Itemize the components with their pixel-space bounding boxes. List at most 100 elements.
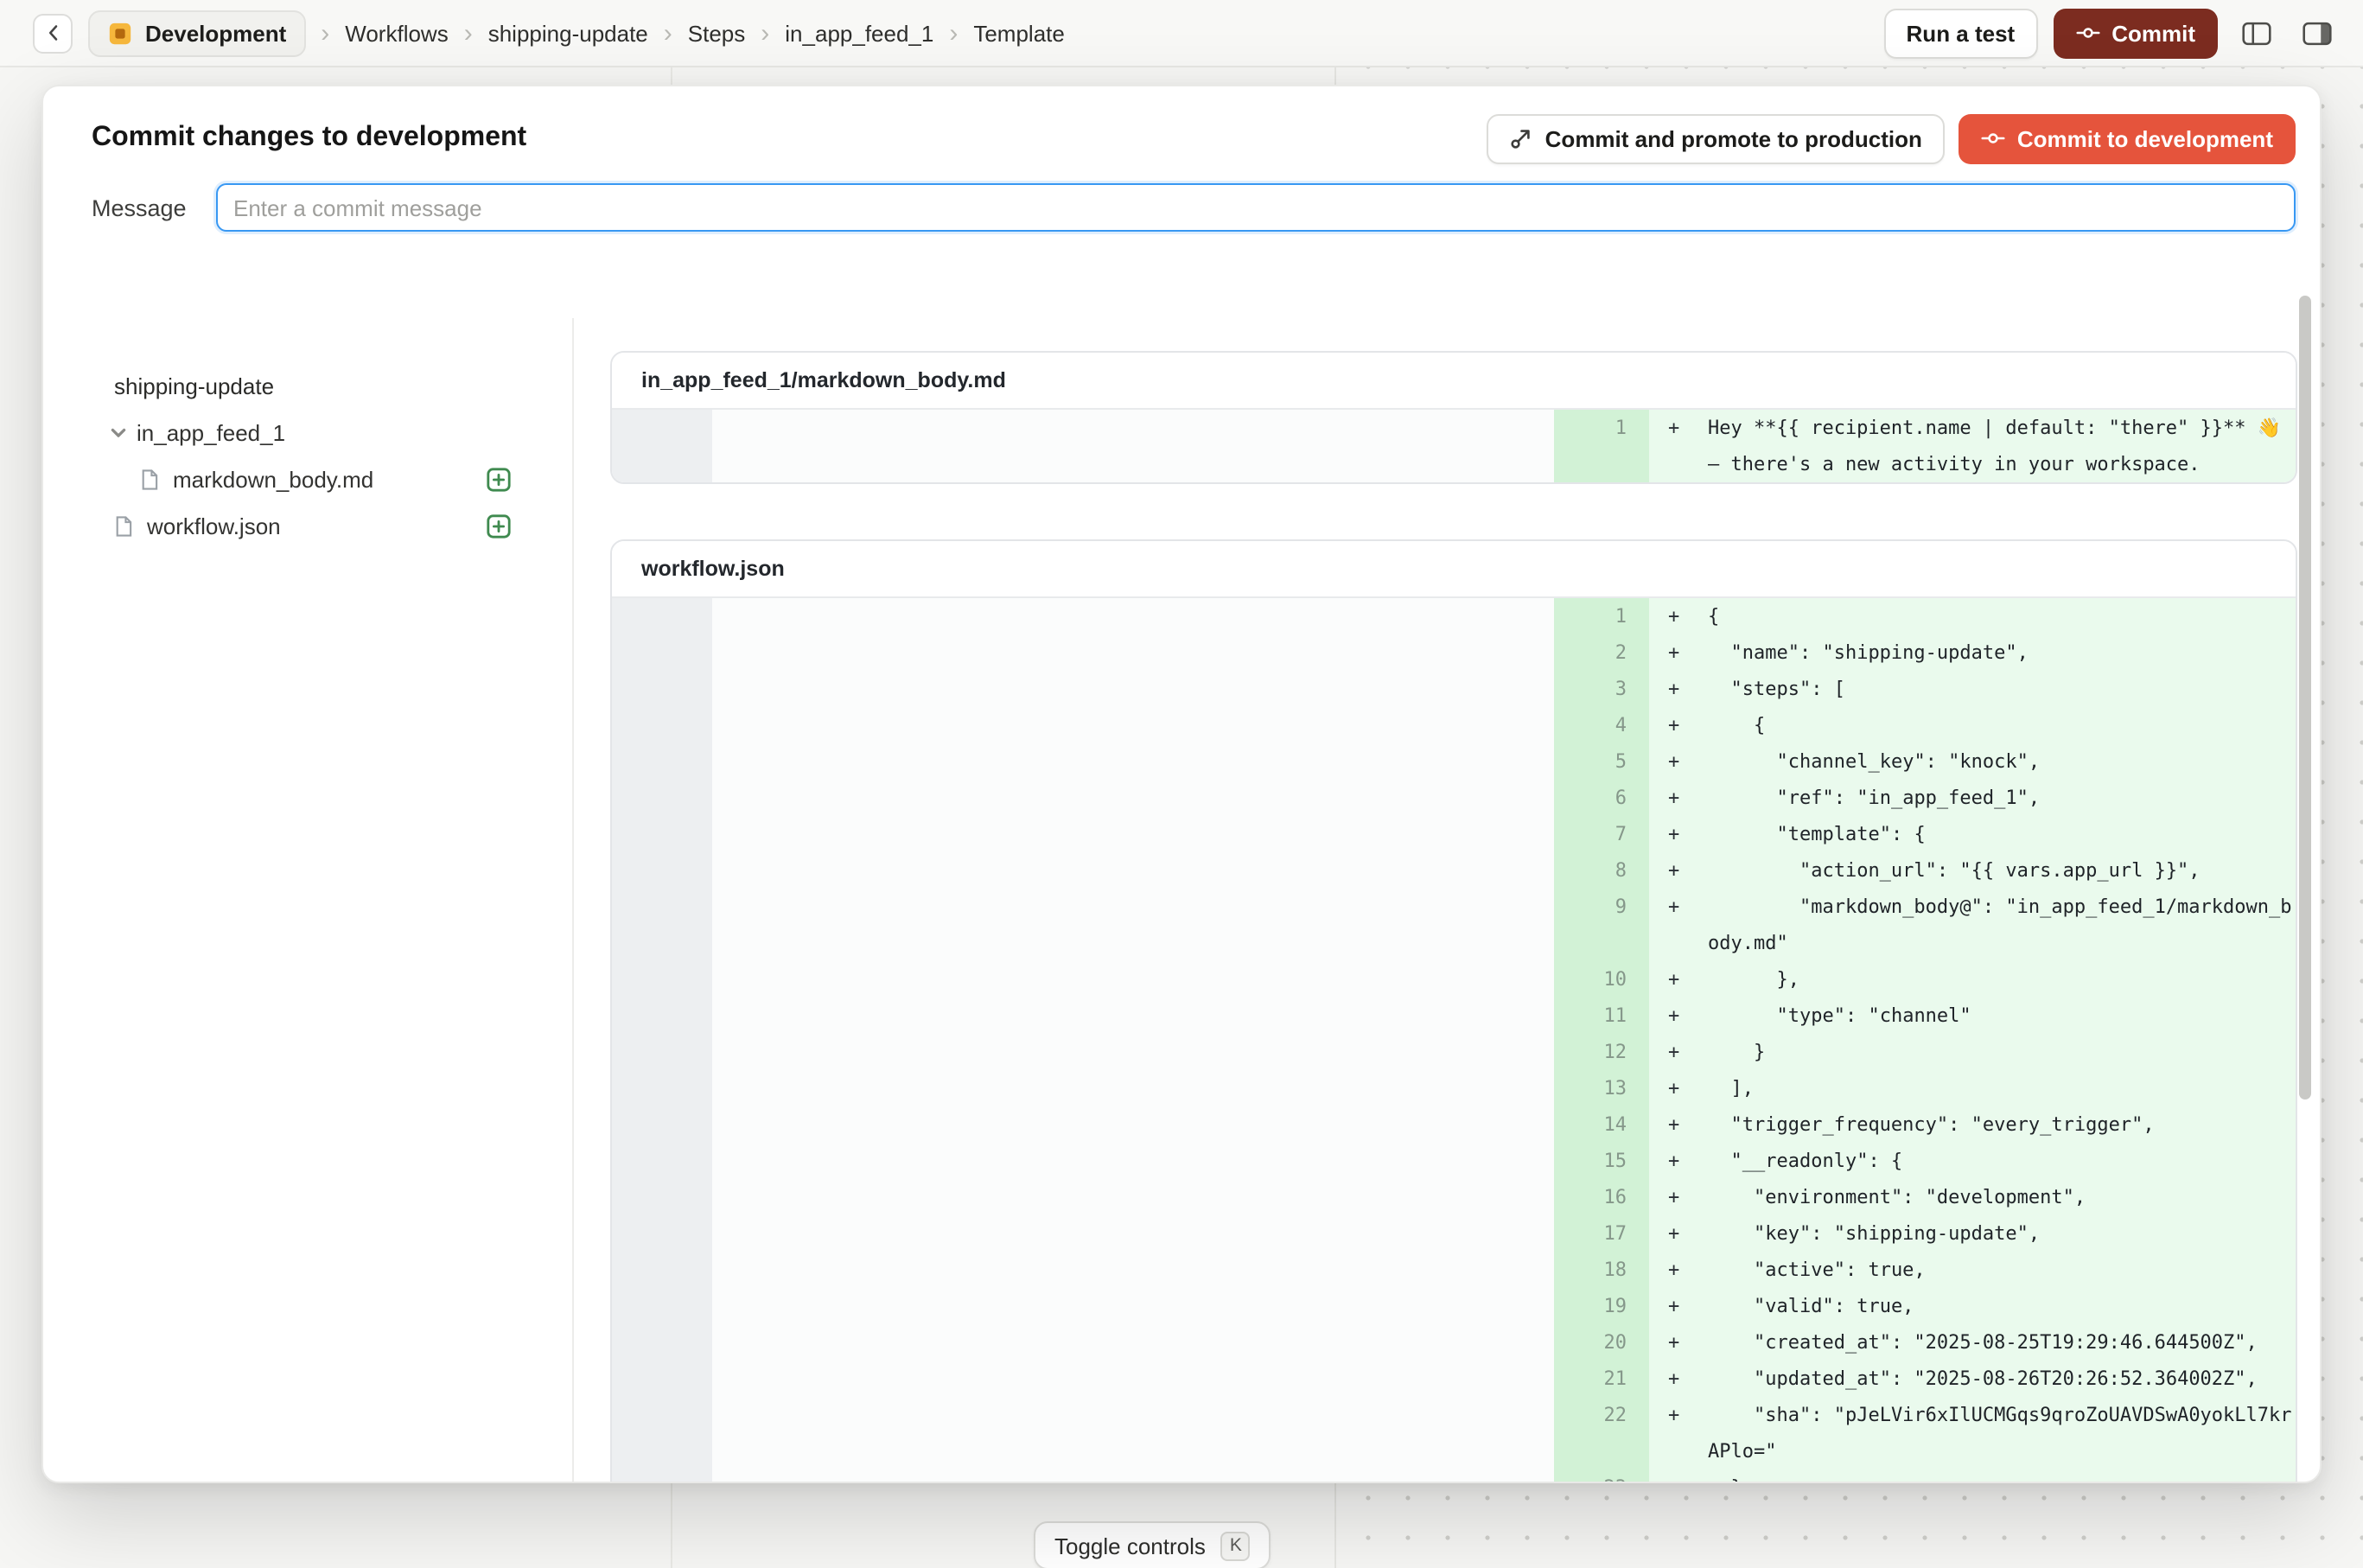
diff-new-gutter: 4 — [1554, 707, 1649, 743]
diff-new-gutter: 9 — [1554, 889, 1649, 961]
chevron-left-icon — [42, 22, 63, 43]
diff-old-content — [712, 1215, 1554, 1252]
diff-body: 1+Hey **{{ recipient.name | default: "th… — [612, 410, 2296, 482]
toggle-left-panel-button[interactable] — [2233, 12, 2278, 54]
tree-file-markdown-body[interactable]: markdown_body.md — [43, 456, 572, 503]
diff-new-gutter: 10 — [1554, 961, 1649, 998]
diff-old-content — [712, 998, 1554, 1034]
diff-old-gutter — [612, 1361, 712, 1397]
diff-old-gutter — [612, 816, 712, 852]
breadcrumb-item-steps[interactable]: Steps — [688, 20, 746, 46]
diff-old-gutter — [612, 1469, 712, 1482]
run-test-label: Run a test — [1907, 20, 2016, 46]
diff-new-text: } — [1708, 1034, 2296, 1070]
diff-new-text: "type": "channel" — [1708, 998, 2296, 1034]
toggle-right-panel-button[interactable] — [2294, 12, 2339, 54]
diff-pane[interactable]: in_app_feed_1/markdown_body.md 1+Hey **{… — [572, 282, 2320, 1482]
diff-body: 1+{2+ "name": "shipping-update",3+ "step… — [612, 598, 2296, 1482]
tree-folder-in-app-feed-1[interactable]: in_app_feed_1 — [43, 410, 572, 456]
diff-new-gutter: 18 — [1554, 1252, 1649, 1288]
diff-old-content — [712, 1179, 1554, 1215]
diff-new-text: { — [1708, 707, 2296, 743]
breadcrumb: Development › Workflows › shipping-updat… — [88, 10, 1065, 56]
diff-old-gutter — [612, 889, 712, 961]
commit-button[interactable]: Commit — [2053, 8, 2218, 58]
diff-new-gutter: 7 — [1554, 816, 1649, 852]
diff-old-gutter — [612, 634, 712, 671]
diff-new-gutter: 15 — [1554, 1143, 1649, 1179]
back-button[interactable] — [33, 13, 73, 53]
environment-icon — [107, 20, 133, 46]
diff-old-gutter — [612, 671, 712, 707]
file-icon — [138, 468, 161, 491]
diff-line: 6+ "ref": "in_app_feed_1", — [612, 780, 2296, 816]
modal-scrollbar-thumb[interactable] — [2299, 296, 2311, 1100]
diff-old-content — [712, 1324, 1554, 1361]
diff-old-content — [712, 816, 1554, 852]
panel-right-icon — [2302, 20, 2331, 46]
toggle-controls-button[interactable]: Toggle controls K — [1034, 1521, 1271, 1568]
diff-old-content — [712, 707, 1554, 743]
tree-root-label: shipping-update — [114, 373, 274, 399]
diff-old-gutter — [612, 410, 712, 482]
diff-old-gutter — [612, 780, 712, 816]
diff-new-gutter: 17 — [1554, 1215, 1649, 1252]
diff-old-content — [712, 1288, 1554, 1324]
diff-old-gutter — [612, 743, 712, 780]
environment-switcher[interactable]: Development — [88, 10, 305, 56]
commit-label: Commit — [2111, 20, 2195, 46]
diff-line: 17+ "key": "shipping-update", — [612, 1215, 2296, 1252]
diff-old-content — [712, 410, 1554, 482]
diff-new-sign: + — [1649, 1143, 1708, 1179]
diff-line: 1+{ — [612, 598, 2296, 634]
panel-left-icon — [2241, 20, 2271, 46]
diff-old-content — [712, 889, 1554, 961]
promote-icon — [1509, 126, 1533, 150]
diff-new-sign: + — [1649, 852, 1708, 889]
diff-new-sign: + — [1649, 1215, 1708, 1252]
diff-new-sign: + — [1649, 780, 1708, 816]
diff-old-gutter — [612, 1397, 712, 1469]
tree-root-shipping-update[interactable]: shipping-update — [43, 363, 572, 410]
breadcrumb-item-shipping-update[interactable]: shipping-update — [488, 20, 648, 46]
diff-new-sign: + — [1649, 634, 1708, 671]
diff-old-content — [712, 1143, 1554, 1179]
diff-old-gutter — [612, 852, 712, 889]
diff-new-gutter: 6 — [1554, 780, 1649, 816]
diff-new-text: "active": true, — [1708, 1252, 2296, 1288]
diff-old-gutter — [612, 1288, 712, 1324]
diff-new-sign: + — [1649, 998, 1708, 1034]
diff-new-gutter: 21 — [1554, 1361, 1649, 1397]
tree-file-workflow-json[interactable]: workflow.json — [43, 503, 572, 550]
diff-card-header: workflow.json — [612, 541, 2296, 598]
modal-actions: Commit and promote to production Commit … — [1487, 113, 2296, 163]
diff-new-gutter: 1 — [1554, 598, 1649, 634]
diff-line: 21+ "updated_at": "2025-08-26T20:26:52.3… — [612, 1361, 2296, 1397]
diff-old-gutter — [612, 598, 712, 634]
commit-message-input[interactable] — [216, 183, 2296, 232]
diff-new-sign: + — [1649, 1288, 1708, 1324]
commit-modal-header: Commit changes to development Commit and… — [43, 86, 2320, 282]
diff-new-gutter: 14 — [1554, 1106, 1649, 1143]
breadcrumb-item-in-app-feed-1[interactable]: in_app_feed_1 — [785, 20, 933, 46]
diff-new-gutter: 2 — [1554, 634, 1649, 671]
diff-new-gutter: 23 — [1554, 1469, 1649, 1482]
breadcrumb-item-template[interactable]: Template — [973, 20, 1065, 46]
commit-to-development-button[interactable]: Commit to development — [1959, 113, 2296, 163]
diff-old-content — [712, 743, 1554, 780]
diff-line: 9+ "markdown_body@": "in_app_feed_1/mark… — [612, 889, 2296, 961]
diff-line: 5+ "channel_key": "knock", — [612, 743, 2296, 780]
diff-filename: in_app_feed_1/markdown_body.md — [641, 368, 1006, 392]
diff-line: 8+ "action_url": "{{ vars.app_url }}", — [612, 852, 2296, 889]
diff-card-workflow-json: workflow.json 1+{2+ "name": "shipping-up… — [610, 539, 2297, 1482]
breadcrumb-item-workflows[interactable]: Workflows — [345, 20, 448, 46]
diff-line: 23+ } — [612, 1469, 2296, 1482]
diff-old-gutter — [612, 1252, 712, 1288]
commit-and-promote-button[interactable]: Commit and promote to production — [1487, 113, 1945, 163]
run-test-button[interactable]: Run a test — [1884, 8, 2038, 58]
diff-line: 13+ ], — [612, 1070, 2296, 1106]
git-commit-icon — [1981, 126, 2005, 150]
diff-old-content — [712, 671, 1554, 707]
diff-new-text: "__readonly": { — [1708, 1143, 2296, 1179]
file-added-icon — [486, 513, 512, 539]
